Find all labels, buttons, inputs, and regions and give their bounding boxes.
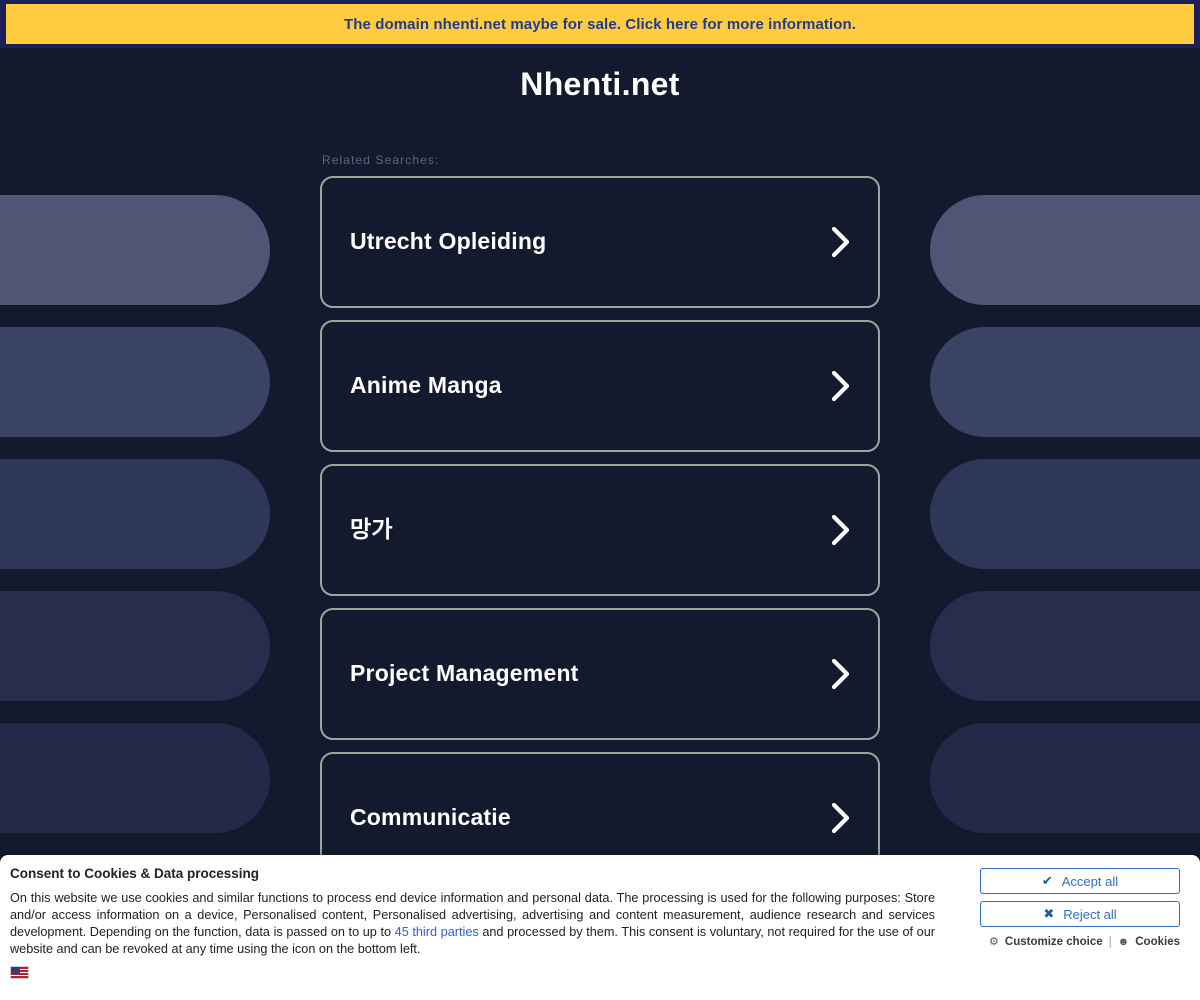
related-search-card[interactable]: Utrecht Opleiding bbox=[320, 176, 880, 308]
footer-separator: | bbox=[1108, 935, 1112, 948]
accept-all-label: Accept all bbox=[1061, 873, 1119, 889]
related-searches-label: Related Searches: bbox=[322, 153, 440, 167]
chevron-right-icon bbox=[830, 657, 852, 691]
sale-banner-text: The domain nhenti.net maybe for sale. Cl… bbox=[343, 15, 857, 33]
consent-actions-column: ✔ Accept all ✖ Reject all ⚙ Customize ch… bbox=[980, 866, 1190, 948]
gear-icon[interactable]: ⚙ bbox=[989, 935, 999, 948]
flag-canton bbox=[11, 967, 20, 974]
page-body: Nhenti.net Related Searches: Utrecht Opl… bbox=[0, 48, 1200, 1000]
cookies-link[interactable]: Cookies bbox=[1135, 936, 1180, 948]
related-search-label: 망가 bbox=[350, 516, 393, 543]
cross-icon: ✖ bbox=[1043, 906, 1055, 921]
related-search-label: Communicatie bbox=[350, 804, 511, 831]
check-icon: ✔ bbox=[1041, 873, 1053, 888]
us-flag-icon[interactable] bbox=[10, 966, 29, 979]
domain-for-sale-banner[interactable]: The domain nhenti.net maybe for sale. Cl… bbox=[6, 4, 1194, 44]
related-search-label: Project Management bbox=[350, 660, 579, 687]
consent-text-column: Consent to Cookies & Data processing On … bbox=[10, 866, 980, 984]
related-searches-list: Utrecht Opleiding Anime Manga 망가 Project Ma… bbox=[320, 176, 880, 884]
consent-title: Consent to Cookies & Data processing bbox=[10, 866, 260, 881]
customize-choice-link[interactable]: Customize choice bbox=[1005, 936, 1103, 948]
related-searches-section: Related Searches: Utrecht Opleiding Anime… bbox=[320, 103, 880, 884]
reject-all-button[interactable]: ✖ Reject all bbox=[980, 901, 1180, 927]
consent-body: On this website we use cookies and simil… bbox=[10, 890, 935, 958]
chevron-right-icon bbox=[830, 801, 852, 835]
page-title: Nhenti.net bbox=[520, 66, 680, 102]
chevron-right-icon bbox=[830, 369, 852, 403]
related-search-label: Utrecht Opleiding bbox=[350, 228, 547, 255]
sale-banner-container: The domain nhenti.net maybe for sale. Cl… bbox=[0, 0, 1200, 48]
cookie-consent-banner: Consent to Cookies & Data processing On … bbox=[0, 855, 1200, 1000]
related-search-card[interactable]: Anime Manga bbox=[320, 320, 880, 452]
reject-all-label: Reject all bbox=[1063, 906, 1117, 922]
chevron-right-icon bbox=[830, 513, 852, 547]
related-search-card[interactable]: Project Management bbox=[320, 608, 880, 740]
chevron-right-icon bbox=[830, 225, 852, 259]
cookie-icon[interactable]: ☻ bbox=[1118, 936, 1130, 948]
consent-footer-links: ⚙ Customize choice | ☻ Cookies bbox=[980, 934, 1180, 949]
related-search-card[interactable]: 망가 bbox=[320, 464, 880, 596]
accept-all-button[interactable]: ✔ Accept all bbox=[980, 868, 1180, 894]
main-content: Nhenti.net Related Searches: Utrecht Opl… bbox=[0, 48, 1200, 884]
third-parties-link[interactable]: 45 third parties bbox=[395, 925, 479, 939]
related-search-label: Anime Manga bbox=[350, 372, 502, 399]
